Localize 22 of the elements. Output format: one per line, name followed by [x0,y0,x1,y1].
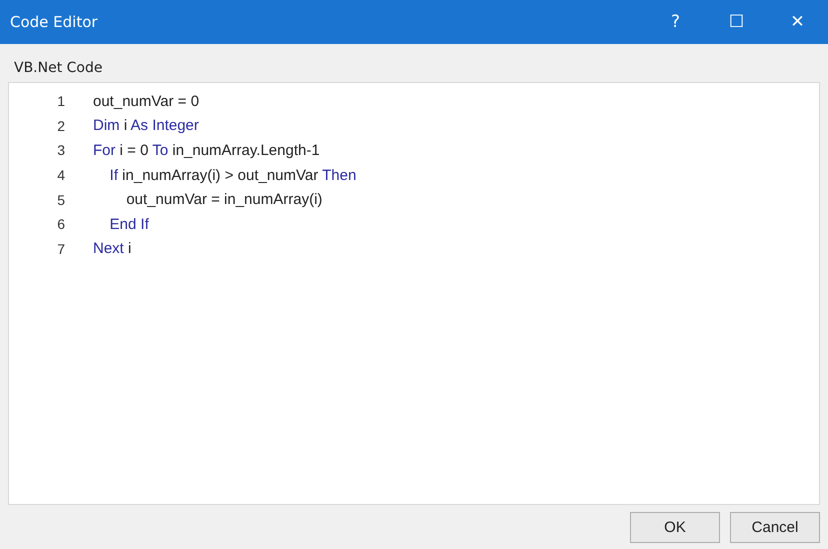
code-line: Dim i As Integer [93,117,199,134]
code-editor[interactable]: 1 out_numVar = 0 2 Dim i As Integer 3 For i = 0 To in_numArray.Length-1 4 If in_numArray(i) > out_numVar Then 5 out_numVar = in_numArray(i) 6 End If 7 Next i [8,82,820,505]
line-number: 6 [56,216,65,232]
code-line: If in_numArray(i) > out_numVar Then [108,166,356,184]
ok-button[interactable]: OK [630,512,720,543]
cancel-button[interactable]: Cancel [730,512,820,543]
line-number: 2 [56,118,65,134]
line-number: 3 [56,142,65,158]
code-line: For i = 0 To in_numArray.Length-1 [93,142,320,159]
code-line: out_numVar = in_numArray(i) [125,191,322,208]
window-title: Code Editor [10,13,99,31]
code-label: VB.Net Code [13,59,104,78]
line-number: 4 [56,167,65,184]
line-number: 5 [56,192,65,208]
code-line: End If [108,216,149,233]
line-number: 1 [56,93,65,110]
close-icon[interactable]: ✕ [767,12,828,32]
code-line: out_numVar = 0 [93,92,200,110]
help-icon[interactable]: ? [645,12,706,32]
code-line: Next i [93,240,132,258]
maximize-icon[interactable]: ☐ [706,12,767,32]
line-number: 7 [56,240,65,257]
